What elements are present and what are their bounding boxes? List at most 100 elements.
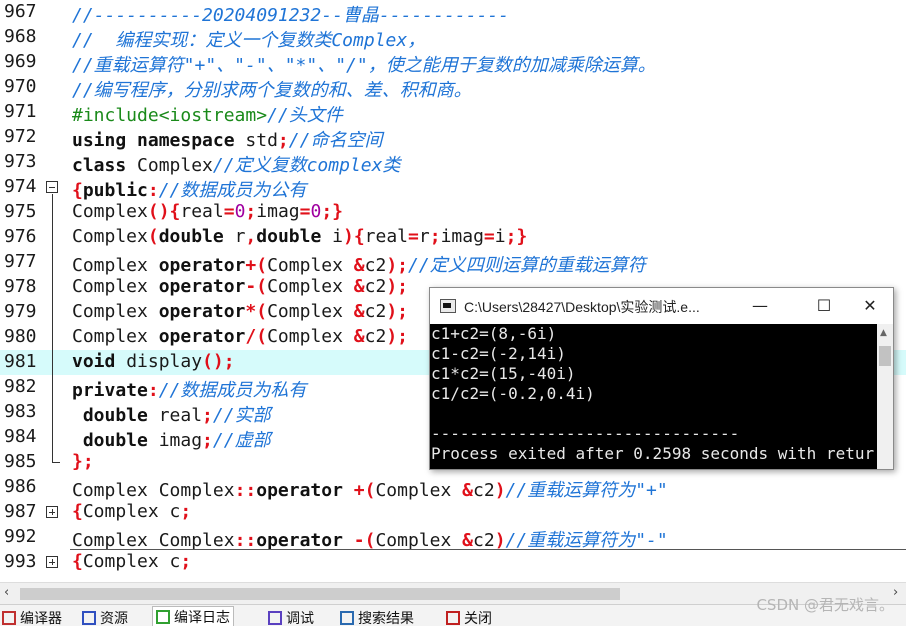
code-line[interactable]: 976 Complex(double r,double i){real=r;ima… — [0, 225, 906, 250]
code-token: & — [353, 255, 365, 276]
code-line[interactable]: 974 {public://数据成员为公有 — [0, 175, 906, 201]
code-token: { — [72, 180, 83, 201]
tab-2[interactable]: 编译日志 — [152, 606, 234, 626]
line-number: 976 — [4, 226, 37, 247]
code-token: //数据成员为私有 — [158, 380, 307, 401]
code-token: ;} — [321, 201, 343, 222]
watermark: CSDN @君无戏言。 — [756, 596, 894, 614]
code-token: = — [223, 201, 235, 222]
code-line[interactable]: 992 Complex Complex::operator -(Complex &… — [0, 525, 906, 551]
code-line[interactable]: 970 //编写程序，分别求两个复数的和、差、积和商。 — [0, 75, 906, 101]
code-token: & — [353, 301, 365, 322]
code-token: c2 — [364, 276, 387, 297]
code-token: double — [256, 226, 322, 247]
tab-5[interactable]: 关闭 — [446, 608, 492, 626]
line-number: 992 — [4, 526, 37, 547]
code-token: ) — [494, 530, 506, 551]
code-token: Complex — [72, 226, 148, 247]
expand-fold-icon[interactable] — [46, 556, 58, 568]
code-token: Complex Complex — [72, 530, 235, 551]
console-output-line: c1+c2=(8,-6i) — [431, 324, 557, 343]
code-token: imag — [147, 430, 203, 451]
expand-fold-icon[interactable] — [46, 506, 58, 518]
code-text: //重载运算符"+"、"-"、"*"、"/"，使之能用于复数的加减乘除运算。 — [72, 51, 656, 77]
code-token: Complex c — [82, 551, 181, 572]
code-token: Complex Complex — [72, 480, 235, 501]
line-number: 980 — [4, 326, 37, 347]
code-line[interactable]: 986 Complex Complex::operator +(Complex &… — [0, 475, 906, 501]
code-line[interactable]: 993 {Complex c; — [0, 550, 906, 575]
tab-1[interactable]: 资源 — [82, 608, 128, 626]
code-line[interactable]: 967 //----------20204091232--曹晶----------… — [0, 0, 906, 27]
line-number: 970 — [4, 76, 37, 97]
code-token: operator — [158, 255, 246, 276]
code-text: Complex operator*(Complex &c2); — [72, 301, 408, 322]
line-number: 967 — [4, 1, 37, 22]
tab-label: 编译器 — [20, 611, 62, 626]
code-token: imag — [440, 226, 484, 247]
code-line[interactable]: 972 using namespace std;//命名空间 — [0, 125, 906, 151]
console-window[interactable]: C:\Users\28427\Desktop\实验测试.e... — ☐ ✕ c… — [429, 287, 894, 470]
tab-4[interactable]: 搜索结果 — [340, 608, 414, 626]
code-line[interactable]: 975 Complex(){real=0;imag=0;} — [0, 200, 906, 225]
maximize-button[interactable]: ☐ — [801, 288, 847, 324]
code-token: void — [72, 351, 116, 372]
code-line[interactable]: 968 // 编程实现：定义一个复数类Complex， — [0, 25, 906, 52]
code-line[interactable]: 969 //重载运算符"+"、"-"、"*"、"/"，使之能用于复数的加减乘除运算… — [0, 50, 906, 77]
line-number: 975 — [4, 201, 37, 222]
code-token: std — [234, 130, 278, 151]
tab-label: 资源 — [100, 611, 128, 626]
code-text: Complex operator/(Complex &c2); — [72, 326, 408, 347]
console-titlebar[interactable]: C:\Users\28427\Desktop\实验测试.e... — ☐ ✕ — [430, 288, 893, 324]
tab-3[interactable]: 调试 — [268, 608, 314, 626]
line-number: 978 — [4, 276, 37, 297]
tab-icon — [446, 611, 460, 625]
code-line[interactable]: 971 #include<iostream>//头文件 — [0, 100, 906, 126]
code-text: double imag;//虚部 — [72, 426, 271, 452]
code-token: = — [299, 201, 311, 222]
code-token: public — [82, 180, 148, 201]
tab-0[interactable]: 编译器 — [2, 608, 62, 626]
code-token: //定义四则运算的重载运算符 — [408, 255, 646, 276]
code-token: ; — [180, 551, 192, 572]
code-token: ); — [386, 301, 409, 322]
scrollbar-thumb[interactable] — [20, 588, 620, 600]
code-text: Complex(double r,double i){real=r;imag=i… — [72, 226, 527, 247]
code-token: +( — [245, 255, 268, 276]
code-text: Complex(){real=0;imag=0;} — [72, 201, 343, 222]
tab-icon — [82, 611, 96, 625]
minimize-button[interactable]: — — [737, 288, 783, 324]
code-token: Complex — [72, 255, 159, 276]
code-text: {Complex c; — [72, 551, 191, 572]
scrollbar-thumb[interactable] — [879, 346, 891, 366]
code-text: //----------20204091232--曹晶------------ — [72, 1, 509, 27]
code-line[interactable]: 977 Complex operator+(Complex &c2);//定义四则… — [0, 250, 906, 276]
code-token: Complex — [126, 155, 213, 176]
scroll-up-arrow-icon[interactable]: ▲ — [880, 328, 887, 338]
line-number: 971 — [4, 101, 37, 122]
code-token: Complex — [267, 301, 354, 322]
close-button[interactable]: ✕ — [847, 288, 893, 324]
code-token: operator — [158, 301, 246, 322]
code-token: Complex — [267, 326, 354, 347]
console-output-line: Process exited after 0.2598 seconds with… — [431, 444, 875, 463]
code-line[interactable]: 987 {Complex c; — [0, 500, 906, 525]
code-text: // 编程实现：定义一个复数类Complex， — [72, 26, 425, 52]
scroll-left-arrow-icon[interactable]: ‹ — [4, 585, 9, 600]
line-number: 986 — [4, 476, 37, 497]
tab-icon — [268, 611, 282, 625]
console-title: C:\Users\28427\Desktop\实验测试.e... — [464, 299, 700, 315]
collapse-fold-icon[interactable] — [46, 181, 58, 193]
code-line[interactable]: 973 class Complex//定义复数complex类 — [0, 150, 906, 176]
code-token: (); — [202, 351, 235, 372]
code-text: }; — [72, 451, 94, 472]
code-token: & — [462, 480, 474, 501]
line-number: 977 — [4, 251, 37, 272]
console-app-icon — [440, 299, 456, 313]
code-text: Complex operator-(Complex &c2); — [72, 276, 408, 297]
tab-label: 调试 — [286, 611, 314, 626]
tab-label: 关闭 — [464, 611, 492, 626]
code-token: :: — [234, 530, 257, 551]
console-scrollbar[interactable]: ▲ — [877, 324, 893, 469]
code-token: { — [72, 551, 83, 572]
